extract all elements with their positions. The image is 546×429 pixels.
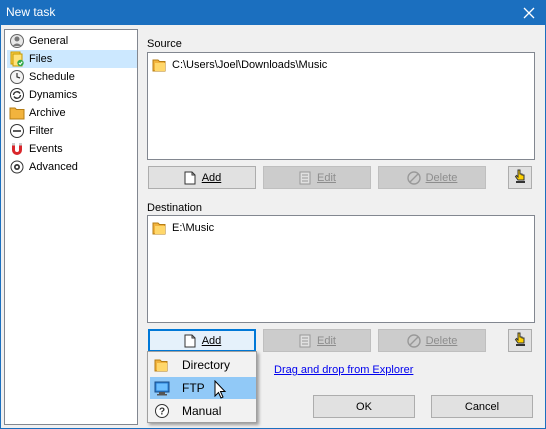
edit-icon: [298, 334, 312, 348]
source-options-button[interactable]: [508, 166, 532, 189]
ok-button[interactable]: OK: [313, 395, 415, 418]
dynamics-icon: [9, 87, 25, 103]
ftp-icon: [154, 380, 170, 396]
close-button[interactable]: [512, 0, 546, 25]
delete-icon: [406, 170, 421, 185]
menu-item-ftp[interactable]: FTP: [150, 377, 256, 399]
source-add-label: Add: [201, 171, 222, 184]
hand-pointer-icon: [513, 168, 527, 187]
drag-drop-link[interactable]: Drag and drop from Explorer: [274, 364, 413, 376]
source-delete-button[interactable]: Delete: [378, 166, 486, 189]
arrow-cursor-icon: [214, 379, 227, 399]
cancel-label: Cancel: [464, 400, 500, 413]
close-icon: [523, 7, 535, 18]
menu-item-label: FTP: [182, 381, 205, 395]
source-path: C:\Users\Joel\Downloads\Music: [172, 59, 328, 71]
source-edit-label: Edit: [317, 171, 336, 184]
gear-icon: [9, 159, 25, 175]
folder-icon: [152, 57, 168, 73]
nav-item-events[interactable]: Events: [7, 140, 137, 158]
source-list[interactable]: C:\Users\Joel\Downloads\Music: [147, 52, 535, 160]
destination-path: E:\Music: [172, 222, 215, 234]
ok-label: OK: [356, 400, 372, 413]
title-bar: New task: [0, 0, 546, 25]
nav-item-label: General: [29, 35, 69, 47]
nav-item-label: Events: [29, 143, 63, 155]
list-item[interactable]: C:\Users\Joel\Downloads\Music: [152, 57, 327, 73]
cancel-button[interactable]: Cancel: [431, 395, 533, 418]
edit-icon: [298, 171, 312, 185]
nav-item-files[interactable]: Files: [7, 50, 137, 68]
destination-add-button[interactable]: Add: [148, 329, 256, 352]
nav-item-filter[interactable]: Filter: [7, 122, 137, 140]
source-label: Source: [147, 38, 182, 50]
destination-delete-button[interactable]: Delete: [378, 329, 486, 352]
list-item[interactable]: E:\Music: [152, 220, 214, 236]
window-title: New task: [6, 5, 56, 19]
clock-icon: [9, 69, 25, 85]
nav-item-schedule[interactable]: Schedule: [7, 68, 137, 86]
destination-add-label: Add: [201, 334, 222, 347]
dialog-body: General Files Schedule Dynamics Archive: [0, 25, 546, 429]
folder-icon: [152, 220, 168, 236]
new-file-icon: [183, 171, 197, 185]
menu-item-label: Directory: [182, 358, 231, 372]
source-add-button[interactable]: Add: [148, 166, 256, 189]
general-icon: [9, 33, 25, 49]
svg-text:?: ?: [159, 407, 165, 418]
mouse-cursor: [214, 379, 228, 403]
new-file-icon: [183, 334, 197, 348]
hand-pointer-icon: [513, 331, 527, 350]
destination-edit-label: Edit: [317, 334, 336, 347]
nav-item-label: Advanced: [29, 161, 78, 173]
category-list: General Files Schedule Dynamics Archive: [4, 29, 138, 425]
nav-item-label: Archive: [29, 107, 66, 119]
menu-item-label: Manual: [182, 404, 222, 418]
delete-icon: [406, 333, 421, 348]
nav-item-label: Filter: [29, 125, 54, 137]
folder-icon: [154, 357, 170, 373]
filter-icon: [9, 123, 25, 139]
help-icon: ?: [154, 403, 170, 419]
add-destination-menu: Directory FTP ? Manual: [147, 351, 257, 423]
destination-delete-label: Delete: [425, 334, 458, 347]
destination-list[interactable]: E:\Music: [147, 215, 535, 323]
nav-item-archive[interactable]: Archive: [7, 104, 137, 122]
nav-item-label: Dynamics: [29, 89, 78, 101]
menu-item-directory[interactable]: Directory: [150, 354, 256, 376]
archive-folder-icon: [9, 105, 25, 121]
destination-options-button[interactable]: [508, 329, 532, 352]
nav-item-general[interactable]: General: [7, 32, 137, 50]
menu-item-manual[interactable]: ? Manual: [150, 400, 256, 422]
nav-item-dynamics[interactable]: Dynamics: [7, 86, 137, 104]
nav-item-label: Schedule: [29, 71, 75, 83]
files-icon: [9, 51, 25, 67]
nav-item-label: Files: [29, 53, 53, 65]
nav-item-advanced[interactable]: Advanced: [7, 158, 137, 176]
source-edit-button[interactable]: Edit: [263, 166, 371, 189]
source-delete-label: Delete: [425, 171, 458, 184]
destination-label: Destination: [147, 202, 203, 214]
destination-edit-button[interactable]: Edit: [263, 329, 371, 352]
magnet-icon: [9, 141, 25, 157]
